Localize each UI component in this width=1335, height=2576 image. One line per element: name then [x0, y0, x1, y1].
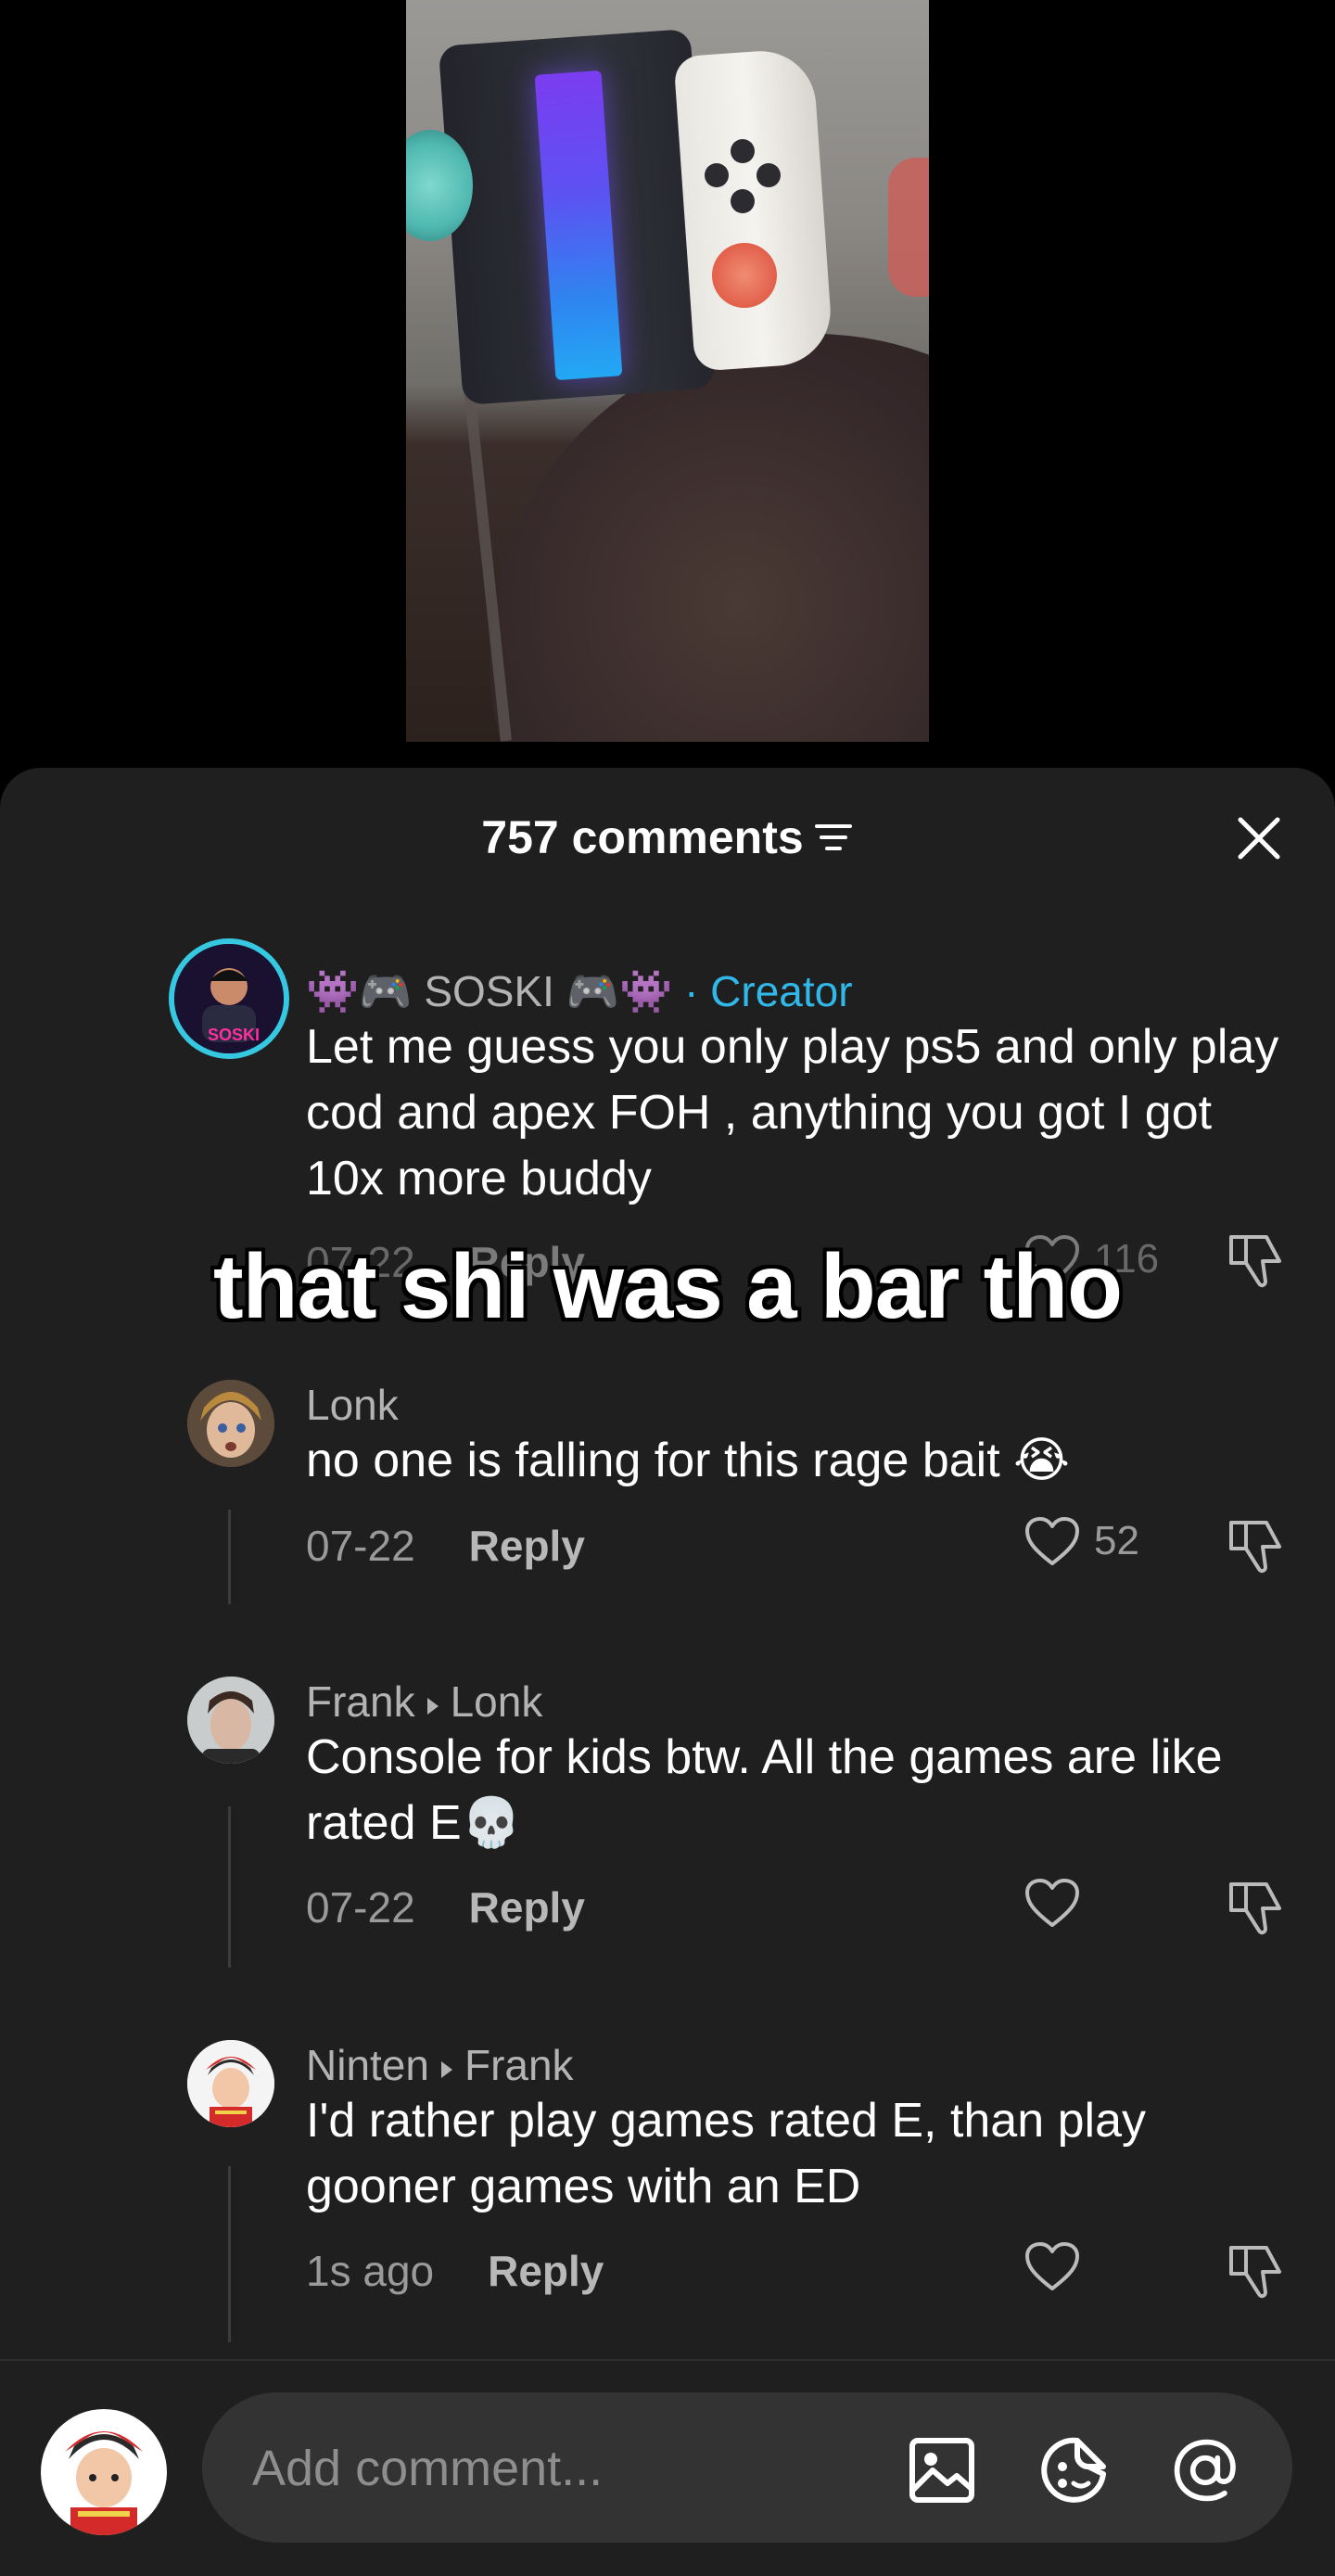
avatar[interactable]: SOSKI [174, 944, 284, 1053]
like-button[interactable] [1024, 1877, 1094, 1929]
comment-username[interactable]: Frank [306, 1677, 415, 1726]
reply-button[interactable]: Reply [488, 2247, 604, 2295]
like-button[interactable]: 52 [1024, 1515, 1139, 1567]
comment-username[interactable]: 👾🎮 SOSKI 🎮👾 [306, 967, 672, 1015]
comment-text: Console for kids btw. All the games are … [306, 1730, 1223, 1850]
avatar[interactable] [187, 1380, 274, 1467]
thread-line [228, 2166, 231, 2342]
heart-icon [1025, 2242, 1079, 2290]
comment-date: 07-22 [306, 1522, 415, 1570]
comment-text: no one is falling for this rage bait 😭 [306, 1434, 1070, 1487]
reply-arrow-icon [425, 1681, 441, 1724]
comment-input-bar [0, 2359, 1335, 2576]
avatar[interactable] [187, 2040, 274, 2127]
emoji-sticker-icon[interactable] [1038, 2435, 1109, 2506]
heart-icon [1025, 1879, 1079, 1927]
comment-text: Let me guess you only play ps5 and only … [306, 1020, 1279, 1205]
creator-badge: · Creator [684, 967, 853, 1015]
sort-icon[interactable] [813, 815, 854, 861]
video-player[interactable] [0, 0, 1335, 770]
close-icon[interactable] [1227, 807, 1290, 870]
video-caption-overlay: that shi was a bar tho [213, 1235, 1123, 1337]
dislike-icon[interactable] [1226, 2240, 1287, 2306]
dislike-icon[interactable] [1226, 1877, 1287, 1943]
comment-date: 1s ago [306, 2247, 435, 2295]
reply-button[interactable]: Reply [469, 1883, 585, 1932]
like-button[interactable] [1024, 2240, 1094, 2292]
reply-button[interactable]: Reply [469, 1522, 585, 1570]
mention-at-icon[interactable] [1170, 2435, 1240, 2506]
video-joycon-right [673, 47, 834, 372]
like-count: 52 [1094, 1518, 1139, 1563]
comment-count: 757 comments [481, 811, 804, 863]
svg-text:SOSKI: SOSKI [208, 1026, 260, 1044]
heart-icon [1025, 1517, 1079, 1565]
comment-date: 07-22 [306, 1883, 415, 1932]
video-frame [406, 0, 929, 742]
thread-line [228, 1510, 231, 1604]
comment-username[interactable]: Ninten [306, 2041, 429, 2089]
avatar[interactable] [187, 1677, 274, 1764]
thread-line [228, 1806, 231, 1968]
comment-input-pill[interactable] [202, 2392, 1292, 2544]
reply-to-username[interactable]: Frank [464, 2041, 574, 2089]
reply-to-username[interactable]: Lonk [451, 1677, 543, 1726]
comment-username[interactable]: Lonk [306, 1384, 399, 1426]
my-avatar[interactable] [41, 2409, 167, 2535]
comments-sheet: 757 comments SOSKI 👾🎮 SOSKI 🎮👾 · Creator… [0, 768, 1335, 2574]
dislike-icon[interactable] [1226, 1515, 1287, 1581]
comment-text: I'd rather play games rated E, than play… [306, 2094, 1146, 2213]
image-icon[interactable] [907, 2435, 977, 2506]
reply-arrow-icon [439, 2045, 455, 2087]
comments-header: 757 comments [0, 768, 1335, 877]
add-comment-input[interactable] [250, 2392, 866, 2544]
